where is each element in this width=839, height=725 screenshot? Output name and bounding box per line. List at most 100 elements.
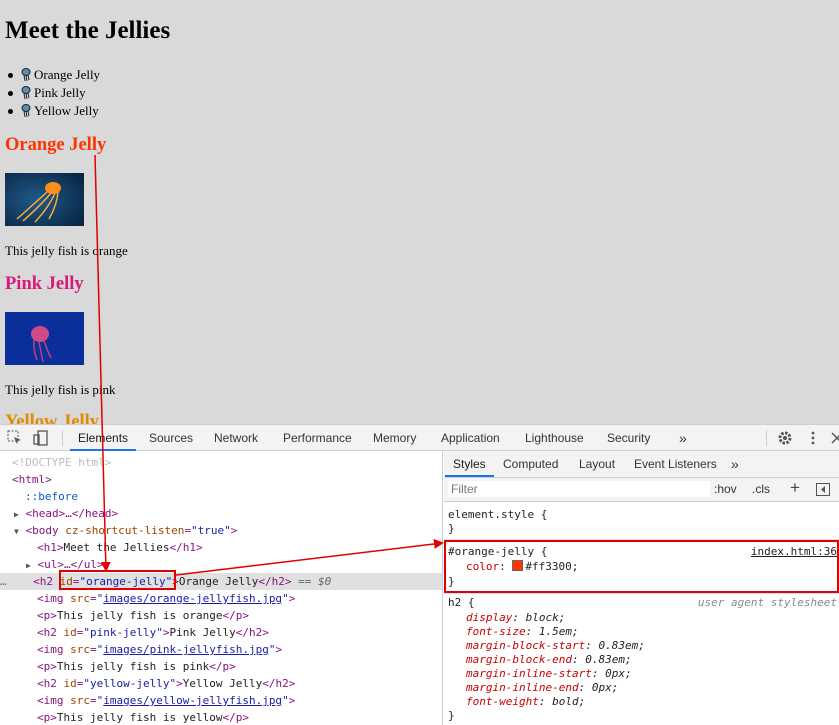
p-text: This jelly fish is orange — [56, 609, 223, 622]
body-attr-name: cz-shortcut-listen — [65, 524, 185, 537]
tab-memory[interactable]: Memory — [373, 425, 416, 451]
sidebar-toggle-icon[interactable] — [816, 483, 830, 496]
ua-declaration: font-weight: bold; — [466, 695, 586, 708]
ua-prop-value: 0.83em; — [585, 653, 632, 666]
styles-tabbar: Styles Computed Layout Event Listeners » — [444, 451, 839, 478]
h1-close-tag: </h1> — [169, 541, 203, 554]
inspect-element-icon[interactable] — [6, 429, 24, 447]
h1-open-tag: <h1> — [37, 541, 64, 554]
ua-prop-value: block; — [525, 611, 566, 624]
ua-prop-value: 0px; — [605, 667, 632, 680]
device-toolbar-icon[interactable] — [32, 429, 50, 447]
list-item-label: Yellow Jelly — [34, 103, 99, 118]
annotation-box-rule — [444, 540, 839, 593]
list-item: Yellow Jelly — [21, 102, 100, 120]
img-src-link[interactable]: images/yellow-jellyfish.jpg — [103, 694, 282, 707]
tab-elements[interactable]: Elements — [70, 425, 137, 451]
cls-toggle[interactable]: .cls — [752, 482, 770, 496]
dom-head[interactable]: ▶ <head>…</head> — [14, 505, 442, 522]
tab-security[interactable]: Security — [607, 425, 650, 451]
tab-performance[interactable]: Performance — [283, 425, 352, 451]
list-item: Pink Jelly — [21, 84, 100, 102]
tab-layout[interactable]: Layout — [579, 451, 615, 477]
h2-text: Yellow Jelly — [182, 677, 263, 690]
ua-declaration: margin-block-end: 0.83em; — [466, 653, 632, 666]
jelly-list: Orange Jelly Pink Jelly Yellow Jelly — [5, 66, 100, 120]
tab-sources[interactable]: Sources — [149, 425, 193, 451]
element-style-selector[interactable]: element.style { — [448, 508, 547, 522]
hov-toggle[interactable]: :hov — [714, 482, 737, 496]
more-tabs-button[interactable]: » — [679, 425, 687, 451]
head-tag: <head>…</head> — [25, 507, 119, 520]
jellyfish-icon — [21, 86, 31, 100]
yellow-jelly-heading: Yellow Jelly — [5, 412, 100, 424]
ua-declaration: margin-block-start: 0.83em; — [466, 639, 645, 652]
devtools-toolbar: Elements Sources Network Performance Mem… — [0, 424, 839, 451]
jellyfish-icon — [21, 68, 31, 82]
ua-prop-name: margin-inline-start — [466, 667, 592, 680]
gear-icon[interactable] — [776, 429, 794, 447]
tab-network[interactable]: Network — [214, 425, 258, 451]
dom-p-yellow[interactable]: <p>This jelly fish is yellow</p> — [37, 709, 442, 725]
collapse-triangle-icon[interactable]: ▼ — [14, 527, 19, 536]
dom-p-orange[interactable]: <p>This jelly fish is orange</p> — [37, 607, 442, 624]
dom-img-orange[interactable]: <img src="images/orange-jellyfish.jpg"> — [37, 590, 442, 607]
expand-triangle-icon[interactable]: ▶ — [14, 510, 19, 519]
dom-html[interactable]: <html> — [12, 471, 442, 488]
more-options-icon[interactable] — [804, 429, 822, 447]
list-item-label: Pink Jelly — [34, 85, 86, 100]
before-pseudo: ::before — [25, 490, 78, 503]
ua-declaration: margin-inline-end: 0px; — [466, 681, 619, 694]
tab-styles[interactable]: Styles — [445, 451, 494, 477]
ellipsis-icon[interactable]: … — [0, 575, 7, 588]
ua-prop-name: margin-block-start — [466, 639, 586, 652]
new-rule-button[interactable]: + — [790, 478, 800, 498]
p-text: This jelly fish is pink — [56, 660, 210, 673]
expand-triangle-icon[interactable]: ▶ — [26, 561, 31, 570]
orange-caption: This jelly fish is orange — [5, 243, 128, 258]
selected-marker: == $0 — [298, 575, 332, 588]
ua-declaration: margin-inline-start: 0px; — [466, 667, 632, 680]
toolbar-divider — [766, 430, 767, 446]
page-title: Meet the Jellies — [5, 17, 171, 44]
tab-lighthouse[interactable]: Lighthouse — [525, 425, 584, 451]
dom-img-pink[interactable]: <img src="images/pink-jellyfish.jpg"> — [37, 641, 442, 658]
ua-prop-name: font-weight — [466, 695, 539, 708]
ua-prop-value: 1.5em; — [538, 625, 579, 638]
pink-jellyfish-image — [5, 312, 84, 365]
img-src-link[interactable]: images/orange-jellyfish.jpg — [103, 592, 282, 605]
orange-jelly-heading: Orange Jelly — [5, 135, 107, 155]
more-styles-tabs-button[interactable]: » — [731, 451, 739, 477]
dom-img-yellow[interactable]: <img src="images/yellow-jellyfish.jpg"> — [37, 692, 442, 709]
tab-application[interactable]: Application — [441, 425, 500, 451]
body-attr-value: "true" — [191, 524, 231, 537]
dom-body[interactable]: ▼ <body cz-shortcut-listen="true"> — [14, 522, 442, 539]
ua-prop-name: display — [466, 611, 513, 624]
ua-source: user agent stylesheet — [697, 596, 837, 609]
ua-declaration: font-size: 1.5em; — [466, 625, 579, 638]
ua-prop-value: 0px; — [591, 681, 619, 694]
dom-h1[interactable]: <h1>Meet the Jellies</h1> — [37, 539, 442, 556]
list-item: Orange Jelly — [21, 66, 100, 84]
p-text: This jelly fish is yellow — [56, 711, 223, 724]
dom-p-pink[interactable]: <p>This jelly fish is pink</p> — [37, 658, 442, 675]
pink-jelly-heading: Pink Jelly — [5, 274, 84, 294]
tab-computed[interactable]: Computed — [503, 451, 558, 477]
dom-doctype[interactable]: <!DOCTYPE html> — [12, 454, 442, 471]
tab-event-listeners[interactable]: Event Listeners — [634, 451, 717, 477]
dom-h2-pink[interactable]: <h2 id="pink-jelly">Pink Jelly</h2> — [37, 624, 442, 641]
h2-attr-value: "yellow-jelly" — [83, 677, 177, 690]
ua-close: } — [448, 709, 455, 722]
toolbar-divider — [62, 430, 63, 446]
dom-h2-yellow[interactable]: <h2 id="yellow-jelly">Yellow Jelly</h2> — [37, 675, 442, 692]
img-src-link[interactable]: images/pink-jellyfish.jpg — [103, 643, 269, 656]
list-item-label: Orange Jelly — [34, 67, 101, 82]
ua-prop-name: font-size — [466, 625, 526, 638]
filter-input[interactable] — [448, 481, 710, 497]
body-tag: <body — [25, 524, 59, 537]
rule-divider — [444, 593, 839, 594]
html-tag: <html> — [12, 473, 52, 486]
annotation-box-id — [59, 570, 176, 590]
close-icon[interactable] — [828, 429, 839, 447]
dom-before[interactable]: ::before — [25, 488, 442, 505]
